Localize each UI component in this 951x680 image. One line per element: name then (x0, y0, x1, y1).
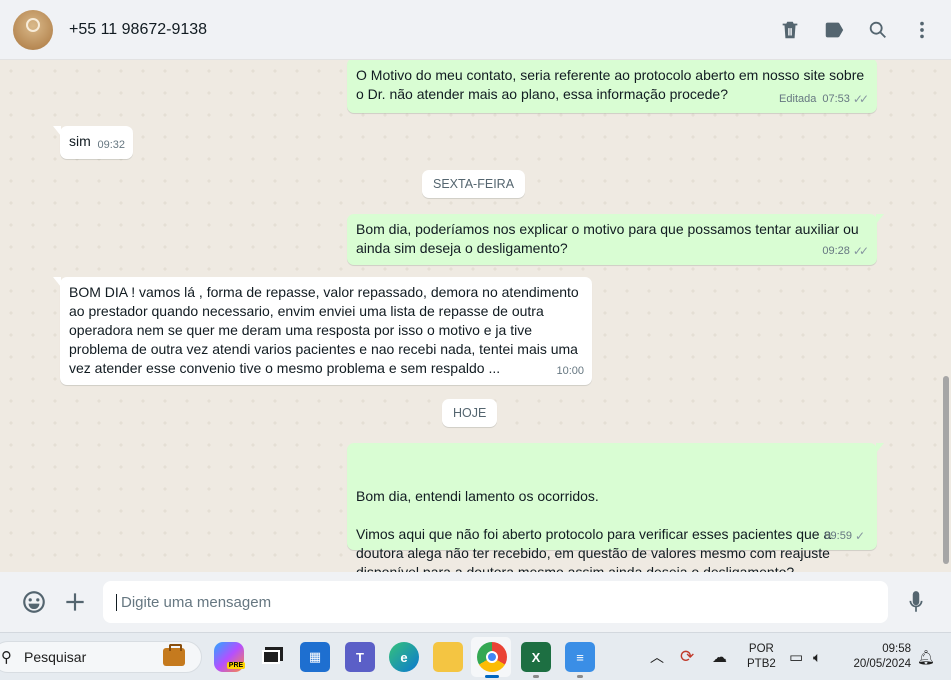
message-text: sim (69, 133, 91, 149)
running-indicator (533, 675, 539, 678)
edited-label: Editada (779, 93, 817, 105)
search-icon: ⚲ (1, 649, 12, 666)
copilot-icon[interactable]: PRE (214, 642, 246, 672)
date-divider: SEXTA-FEIRA (422, 170, 526, 198)
chat-scrollbar[interactable] (943, 60, 949, 572)
microphone-icon[interactable] (903, 589, 929, 615)
message-incoming[interactable]: sim 09:32 (53, 126, 133, 159)
show-hidden-icons[interactable]: ︿ (650, 633, 664, 680)
clock-date: 20/05/2024 (853, 658, 911, 670)
message-input[interactable] (116, 593, 888, 611)
file-explorer-icon[interactable] (433, 642, 463, 672)
volume-icon[interactable]: 🔈︎ (813, 633, 821, 680)
emoji-icon[interactable] (21, 589, 47, 615)
label-icon[interactable] (823, 19, 845, 41)
chat-pane[interactable]: O Motivo do meu contato, seria referente… (0, 60, 951, 572)
message-text: Bom dia, entendi lamento os ocorridos. V… (356, 488, 832, 572)
trash-icon[interactable] (779, 19, 801, 41)
keyboard-layout: PTB2 (747, 658, 776, 670)
windows-taskbar: ⚲ Pesquisar PRE ▦ T e X ≡ ︿ ⟳ ☁ POR PTB2… (0, 632, 951, 680)
contact-avatar[interactable] (13, 9, 53, 50)
task-view-icon[interactable] (256, 642, 286, 672)
message-input-box[interactable] (103, 581, 888, 623)
scrollbar-thumb[interactable] (943, 376, 949, 564)
message-meta: 09:59 ✓ (824, 527, 869, 546)
network-icon[interactable]: ▭ (789, 633, 803, 680)
chrome-icon[interactable] (477, 642, 507, 672)
message-outgoing[interactable]: Bom dia, entendi lamento os ocorridos. V… (347, 443, 884, 572)
message-time: 10:00 (556, 365, 584, 377)
teams-icon[interactable]: T (345, 642, 375, 672)
running-indicator (485, 675, 499, 678)
double-check-icon: ✓✓ (852, 92, 869, 106)
date-divider: HOJE (442, 399, 498, 427)
message-meta: 10:00 (556, 362, 584, 381)
system-clock[interactable]: 09:58 20/05/2024 (853, 642, 911, 672)
double-check-icon: ✓✓ (852, 244, 869, 258)
contact-name[interactable]: +55 11 98672-9138 (69, 21, 207, 39)
taskbar-search-label: Pesquisar (24, 649, 87, 665)
running-indicator (577, 675, 583, 678)
input-language[interactable]: POR PTB2 (747, 642, 776, 672)
notification-bell-icon[interactable]: 🔔︎ (917, 633, 935, 680)
message-outgoing[interactable]: Bom dia, poderíamos nos explicar o motiv… (347, 214, 884, 265)
briefcase-icon (163, 644, 185, 666)
message-meta: 09:28 ✓✓ (822, 242, 869, 261)
clock-time: 09:58 (882, 643, 911, 655)
search-icon[interactable] (867, 19, 889, 41)
language-code: POR (748, 643, 774, 655)
store-icon[interactable]: ▦ (300, 642, 330, 672)
chat-header: +55 11 98672-9138 (0, 0, 951, 60)
plus-icon[interactable] (62, 589, 88, 615)
taskbar-search[interactable]: ⚲ Pesquisar (0, 641, 202, 673)
sync-icon[interactable]: ⟳ (680, 633, 694, 680)
message-time: 07:53 (822, 93, 850, 105)
message-meta: 09:32 (97, 136, 125, 155)
message-time: 09:28 (822, 245, 850, 257)
message-time: 09:59 (824, 530, 852, 542)
message-text: BOM DIA ! vamos lá , forma de repasse, v… (69, 284, 579, 376)
message-text: Bom dia, poderíamos nos explicar o motiv… (356, 221, 859, 256)
notepad-icon[interactable]: ≡ (565, 642, 595, 672)
message-incoming[interactable]: BOM DIA ! vamos lá , forma de repasse, v… (53, 277, 592, 385)
message-composer (0, 572, 951, 632)
message-time: 09:32 (97, 139, 125, 151)
cloud-offline-icon[interactable]: ☁ (712, 633, 727, 680)
message-meta: Editada 07:53 ✓✓ (779, 90, 869, 109)
excel-icon[interactable]: X (521, 642, 551, 672)
more-icon[interactable] (911, 19, 933, 41)
copilot-badge: PRE (226, 661, 246, 669)
header-actions (779, 0, 933, 60)
edge-icon[interactable]: e (389, 642, 419, 672)
single-check-icon: ✓ (854, 529, 865, 543)
message-outgoing[interactable]: O Motivo do meu contato, seria referente… (347, 60, 877, 113)
